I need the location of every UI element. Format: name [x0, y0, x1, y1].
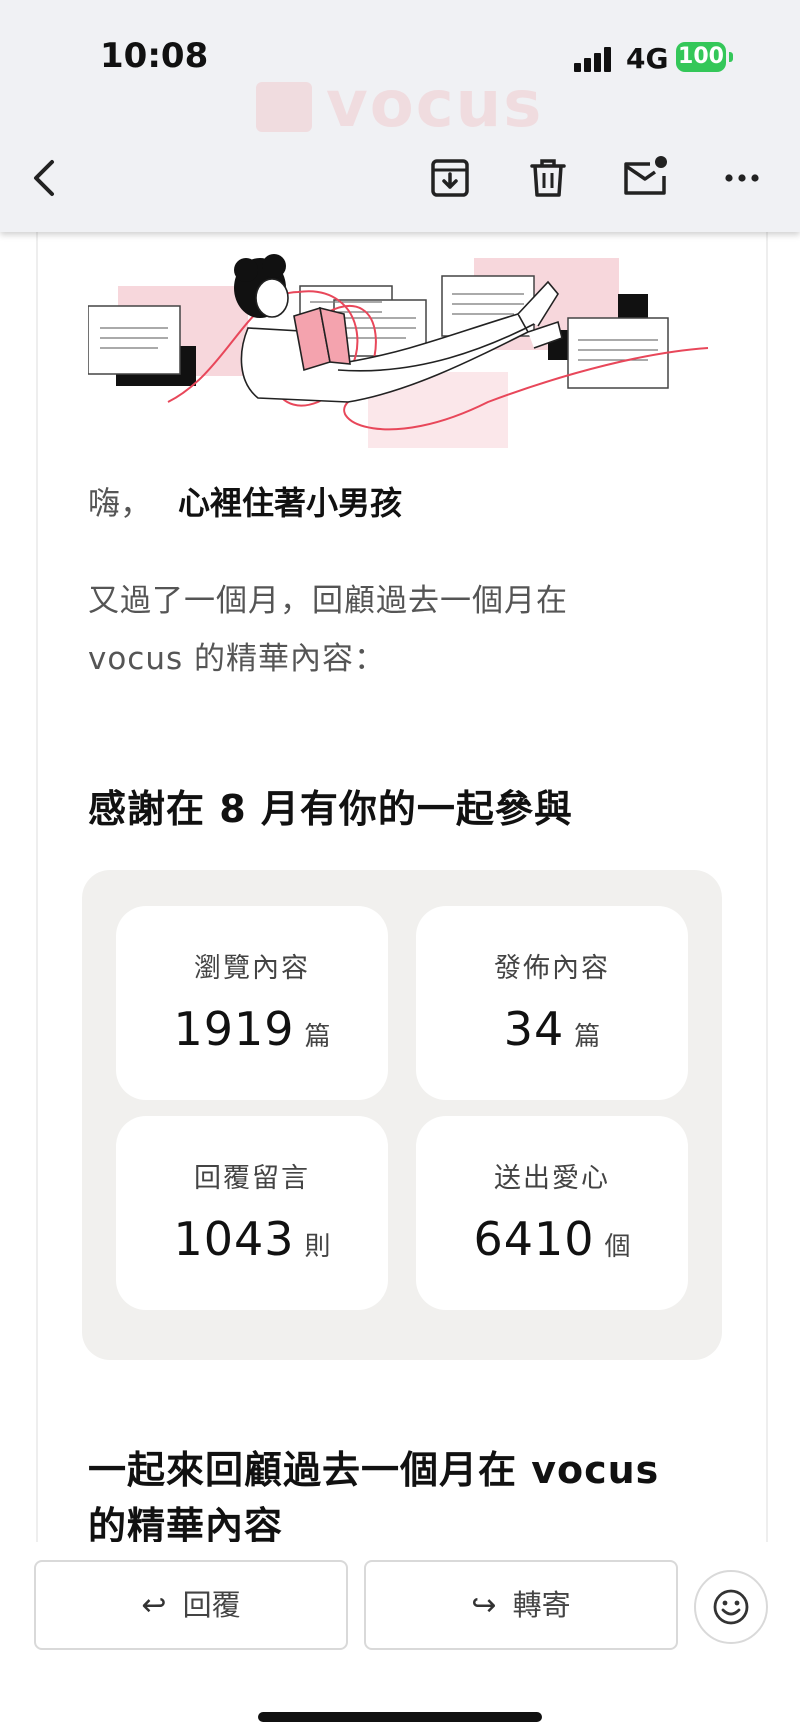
review-title-line-1: 一起來回顧過去一個月在 vocus: [88, 1448, 660, 1492]
battery-tip: [729, 52, 733, 62]
smiley-icon: [713, 1589, 749, 1625]
stats-panel: 瀏覽內容 1919 篇 發佈內容 34 篇 回覆留言 1043 則 送出愛心 6410…: [82, 870, 722, 1360]
more-icon[interactable]: [712, 148, 772, 208]
greeting-hi: 嗨，: [88, 484, 153, 522]
intro-text: 又過了一個月，回顧過去一個月在 vocus 的精華內容：: [88, 572, 688, 688]
stat-card-hearts: 送出愛心 6410 個: [416, 1116, 688, 1310]
stat-card-posts: 發佈內容 34 篇: [416, 906, 688, 1100]
stat-unit: 篇: [574, 1022, 601, 1052]
review-title-line-2: 的精華內容: [88, 1504, 284, 1542]
network-type: 4G: [626, 42, 669, 75]
reading-person-illustration: [88, 254, 709, 448]
mark-unread-icon[interactable]: [614, 148, 674, 208]
stat-value: 1919: [173, 1002, 295, 1056]
stat-value: 6410: [473, 1212, 595, 1266]
stat-label: 瀏覽內容: [194, 953, 310, 984]
email-body: 嗨， 心裡住著小男孩 又過了一個月，回顧過去一個月在 vocus 的精華內容： 感…: [36, 232, 768, 1542]
review-title: 一起來回顧過去一個月在 vocus 的精華內容: [88, 1442, 708, 1542]
status-time: 10:08: [100, 36, 209, 76]
bottom-action-bar: ↩ 回覆 ↪ 轉寄: [0, 1542, 800, 1734]
signal-icon: [574, 46, 614, 72]
user-name: 心裡住著小男孩: [178, 484, 403, 522]
stat-label: 發佈內容: [494, 953, 610, 984]
intro-line-2: vocus 的精華內容：: [88, 641, 387, 677]
greeting: 嗨， 心裡住著小男孩: [88, 478, 402, 524]
reply-arrow-icon: ↩: [141, 1588, 167, 1623]
stat-unit: 篇: [304, 1022, 331, 1052]
archive-icon[interactable]: [420, 148, 480, 208]
stat-unit: 則: [304, 1232, 331, 1262]
reply-button[interactable]: ↩ 回覆: [34, 1560, 348, 1650]
stats-title: 感謝在 8 月有你的一起參與: [88, 787, 573, 831]
stat-label: 送出愛心: [494, 1163, 610, 1194]
battery-icon: 100: [676, 42, 726, 72]
stat-value: 1043: [173, 1212, 295, 1266]
intro-line-1: 又過了一個月，回顧過去一個月在: [88, 583, 568, 619]
forward-button[interactable]: ↪ 轉寄: [364, 1560, 678, 1650]
forward-arrow-icon: ↪: [471, 1588, 497, 1623]
stat-card-comments: 回覆留言 1043 則: [116, 1116, 388, 1310]
brand-watermark: vocus: [256, 68, 543, 142]
home-indicator: [258, 1712, 542, 1722]
back-arrow-icon[interactable]: [16, 148, 76, 208]
stat-label: 回覆留言: [194, 1163, 310, 1194]
emoji-reaction-button[interactable]: [694, 1570, 768, 1644]
top-bar: 10:08 4G 100 vocus: [0, 0, 800, 232]
trash-icon[interactable]: [518, 148, 578, 208]
reply-label: 回覆: [182, 1588, 241, 1622]
stat-value: 34: [503, 1002, 565, 1056]
forward-label: 轉寄: [512, 1588, 571, 1622]
stat-unit: 個: [604, 1232, 631, 1262]
stat-card-views: 瀏覽內容 1919 篇: [116, 906, 388, 1100]
